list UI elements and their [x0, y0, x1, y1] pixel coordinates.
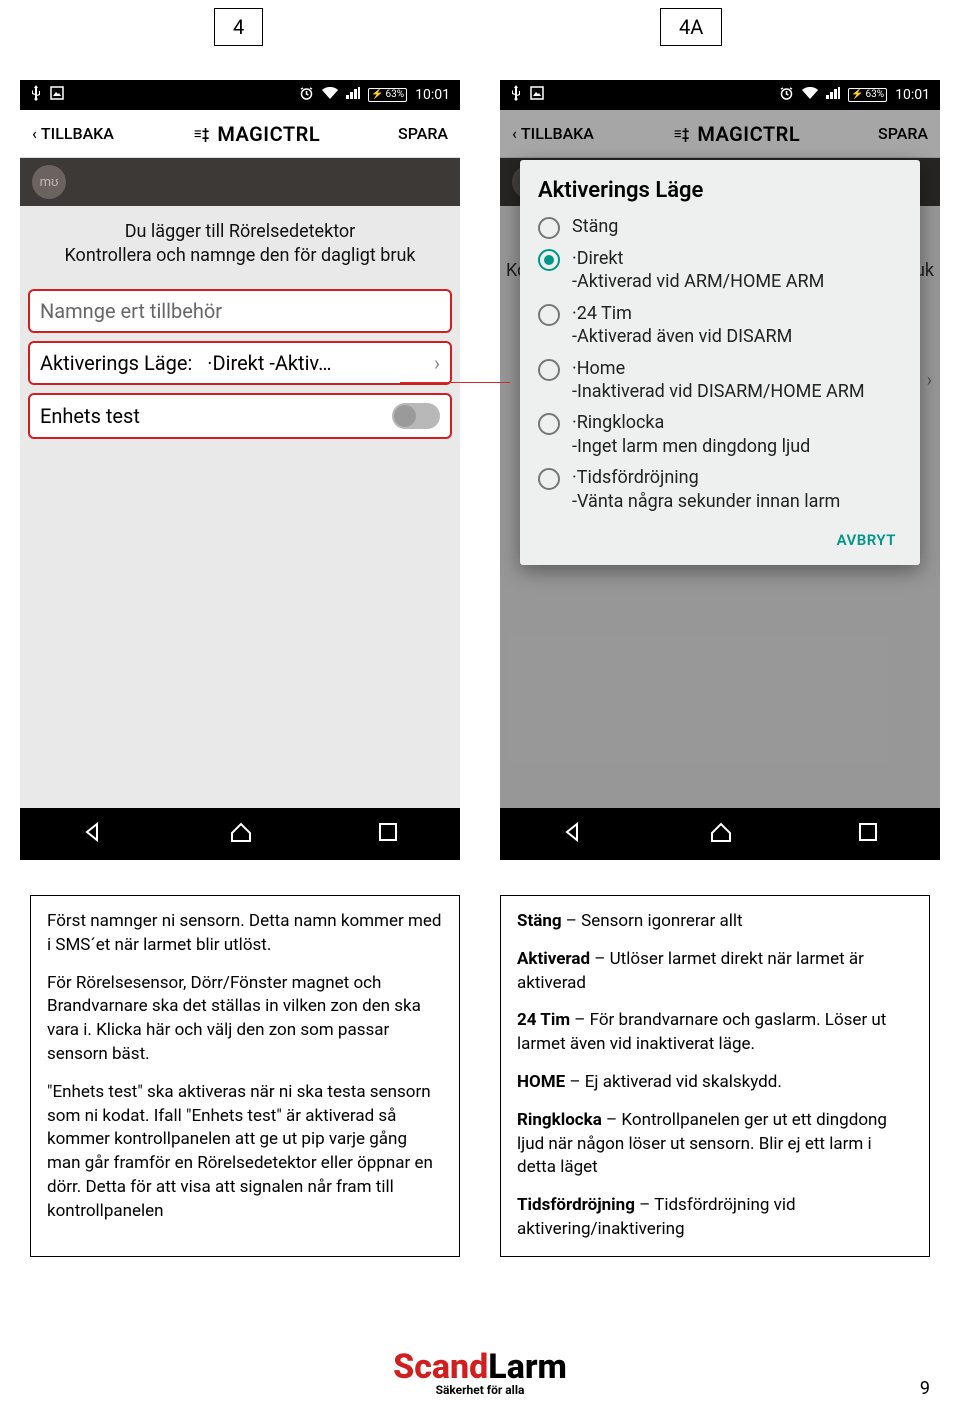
nav-recent-icon[interactable] — [857, 821, 879, 847]
signal-icon — [346, 87, 360, 103]
radio-icon — [538, 249, 560, 271]
footer-logo: ScandLarm Säkerhet för alla — [0, 1347, 960, 1397]
mode-label: Aktiverings Läge: — [40, 351, 192, 375]
radio-option-ringklocka[interactable]: ·Ringklocka-Inget larm men dingdong ljud — [538, 411, 902, 458]
brand-badge-icon: mʊ — [32, 165, 66, 199]
nav-home-icon[interactable] — [228, 819, 254, 849]
device-test-label: Enhets test — [40, 404, 140, 428]
alarm-icon — [779, 86, 794, 105]
radio-icon — [538, 359, 560, 381]
chevron-left-icon: ‹ — [32, 124, 37, 143]
radio-icon — [538, 304, 560, 326]
info-box-right: Stäng – Sensorn igonrerar allt Aktiverad… — [500, 895, 930, 1257]
connector-line — [400, 382, 510, 383]
device-test-row[interactable]: Enhets test — [28, 393, 452, 439]
radio-option-stang[interactable]: Stäng — [538, 215, 902, 239]
page-number: 9 — [920, 1378, 930, 1399]
radio-option-home[interactable]: ·Home-Inaktiverad vid DISARM/HOME ARM — [538, 357, 902, 404]
status-bar: ⚡63% 10:01 — [500, 80, 940, 110]
radio-option-tidsfordrojning[interactable]: ·Tidsfördröjning-Vänta några sekunder in… — [538, 466, 902, 513]
radio-icon — [538, 413, 560, 435]
battery-icon: ⚡63% — [848, 88, 887, 102]
radio-option-24tim[interactable]: ·24 Tim-Aktiverad även vid DISARM — [538, 302, 902, 349]
cancel-button[interactable]: AVBRYT — [837, 531, 896, 549]
nav-recent-icon[interactable] — [377, 821, 399, 847]
activation-mode-dialog: Aktiverings Läge Stäng ·Direkt-Aktiverad… — [520, 160, 920, 565]
signal-icon — [826, 87, 840, 103]
figure-label-right: 4A — [660, 8, 722, 46]
menu-icon: ≡‡ — [194, 124, 210, 144]
dialog-title: Aktiverings Läge — [538, 178, 902, 203]
phone-left: ⚡63% 10:01 ‹ TILLBAKA ≡‡ MAGICTRL SPARA … — [20, 80, 460, 860]
android-navbar — [20, 808, 460, 860]
mode-value: ·Direkt -Aktiv… — [207, 351, 331, 375]
usb-icon — [510, 85, 522, 105]
android-navbar — [500, 808, 940, 860]
name-input[interactable]: Namnge ert tillbehör — [28, 289, 452, 333]
clock-text: 10:01 — [415, 87, 450, 103]
image-icon — [530, 86, 544, 104]
back-button[interactable]: ‹ TILLBAKA — [32, 124, 114, 143]
radio-icon — [538, 217, 560, 239]
status-bar: ⚡63% 10:01 — [20, 80, 460, 110]
chevron-right-icon: › — [434, 351, 440, 375]
app-title: ≡‡ MAGICTRL — [192, 122, 320, 146]
usb-icon — [30, 85, 42, 105]
intro-text: Du lägger till Rörelsedetektor Kontrolle… — [20, 206, 460, 281]
name-input-placeholder: Namnge ert tillbehör — [40, 299, 222, 323]
info-box-left: Först namnger ni sensorn. Detta namn kom… — [30, 895, 460, 1257]
wifi-icon — [322, 87, 338, 103]
wifi-icon — [802, 87, 818, 103]
battery-icon: ⚡63% — [368, 88, 407, 102]
phone-right: ⚡63% 10:01 ‹TILLBAKA ≡‡MAGICTRL SPARA mʊ… — [500, 80, 940, 860]
gray-banner: mʊ — [20, 158, 460, 206]
image-icon — [50, 86, 64, 104]
radio-option-direkt[interactable]: ·Direkt-Aktiverad vid ARM/HOME ARM — [538, 247, 902, 294]
activation-mode-row[interactable]: Aktiverings Läge: ·Direkt -Aktiv… › — [28, 341, 452, 385]
alarm-icon — [299, 86, 314, 105]
nav-home-icon[interactable] — [708, 819, 734, 849]
clock-text: 10:01 — [895, 87, 930, 103]
nav-back-icon[interactable] — [81, 820, 105, 848]
save-button[interactable]: SPARA — [398, 124, 448, 143]
device-test-toggle[interactable] — [392, 403, 440, 429]
app-header: ‹ TILLBAKA ≡‡ MAGICTRL SPARA — [20, 110, 460, 158]
nav-back-icon[interactable] — [561, 820, 585, 848]
radio-icon — [538, 468, 560, 490]
figure-label-left: 4 — [214, 8, 263, 46]
